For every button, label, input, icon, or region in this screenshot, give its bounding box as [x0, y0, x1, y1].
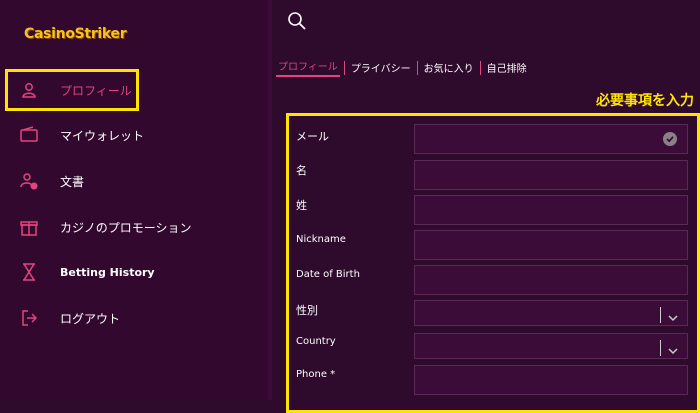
sidebar-item-label: マイウォレット — [60, 128, 145, 143]
tab-separator — [479, 60, 481, 75]
form-row-email: メール — [284, 122, 696, 154]
field-label: 名 — [296, 164, 307, 177]
sidebar-item-label: 文書 — [60, 174, 85, 189]
form-row-phone: Phone * — [284, 363, 696, 395]
tab-self-exclusion[interactable]: 自己排除 — [485, 60, 529, 75]
field-label: Phone * — [296, 369, 336, 380]
search-icon[interactable] — [286, 10, 308, 32]
field-label: Date of Birth — [296, 269, 360, 280]
form-row-nickname: Nickname — [284, 228, 696, 260]
sidebar-item-promotions[interactable]: カジノのプロモーション — [0, 205, 268, 249]
form-row-gender: 性別 — [284, 298, 696, 328]
tab-favorites[interactable]: お気に入り — [422, 60, 476, 75]
form-row-dob: Date of Birth — [284, 263, 696, 295]
form-row-country: Country — [284, 331, 696, 361]
gift-icon — [18, 216, 40, 238]
check-circle-icon — [663, 132, 677, 146]
email-field[interactable] — [414, 124, 688, 154]
select-separator — [660, 340, 661, 356]
chevron-down-icon — [667, 342, 679, 355]
last-name-field[interactable] — [414, 195, 688, 225]
tab-separator — [343, 60, 345, 75]
sidebar-item-wallet[interactable]: マイウォレット — [0, 113, 268, 157]
brand-logo[interactable]: CasinoStriker — [24, 26, 127, 42]
date-of-birth-field[interactable] — [414, 265, 688, 295]
sidebar-item-logout[interactable]: ログアウト — [0, 296, 268, 340]
phone-field[interactable] — [414, 365, 688, 395]
form-row-first-name: 名 — [284, 158, 696, 190]
hourglass-icon — [18, 261, 40, 283]
field-label: 姓 — [296, 199, 307, 212]
select-separator — [660, 307, 661, 323]
field-label: メール — [296, 130, 329, 143]
gender-select[interactable] — [414, 300, 688, 326]
sidebar-item-betting-history[interactable]: Betting History — [0, 250, 268, 294]
first-name-field[interactable] — [414, 160, 688, 190]
nickname-field[interactable] — [414, 230, 688, 260]
profile-highlight-box — [5, 69, 139, 111]
user-check-icon — [18, 170, 40, 192]
tab-privacy[interactable]: プライバシー — [349, 60, 413, 75]
sidebar-item-label: Betting History — [60, 265, 155, 279]
field-label: Nickname — [296, 234, 346, 245]
country-select[interactable] — [414, 333, 688, 359]
logout-icon — [18, 307, 40, 329]
profile-tabs: プロフィール プライバシー お気に入り 自己排除 — [276, 58, 529, 77]
field-label: Country — [296, 336, 336, 347]
field-label: 性別 — [296, 304, 318, 317]
sidebar-item-documents[interactable]: 文書 — [0, 159, 268, 203]
sidebar: CasinoStriker プロフィール マイウォレット 文書 カジノのプロモー… — [0, 0, 268, 400]
tab-profile[interactable]: プロフィール — [276, 58, 340, 77]
chevron-down-icon — [667, 309, 679, 322]
wallet-icon — [18, 124, 40, 146]
tab-separator — [416, 60, 418, 75]
sidebar-item-label: カジノのプロモーション — [60, 220, 192, 235]
form-row-last-name: 姓 — [284, 193, 696, 225]
sidebar-item-label: ログアウト — [60, 311, 121, 326]
required-fields-note: 必要事項を入力 — [596, 93, 694, 109]
